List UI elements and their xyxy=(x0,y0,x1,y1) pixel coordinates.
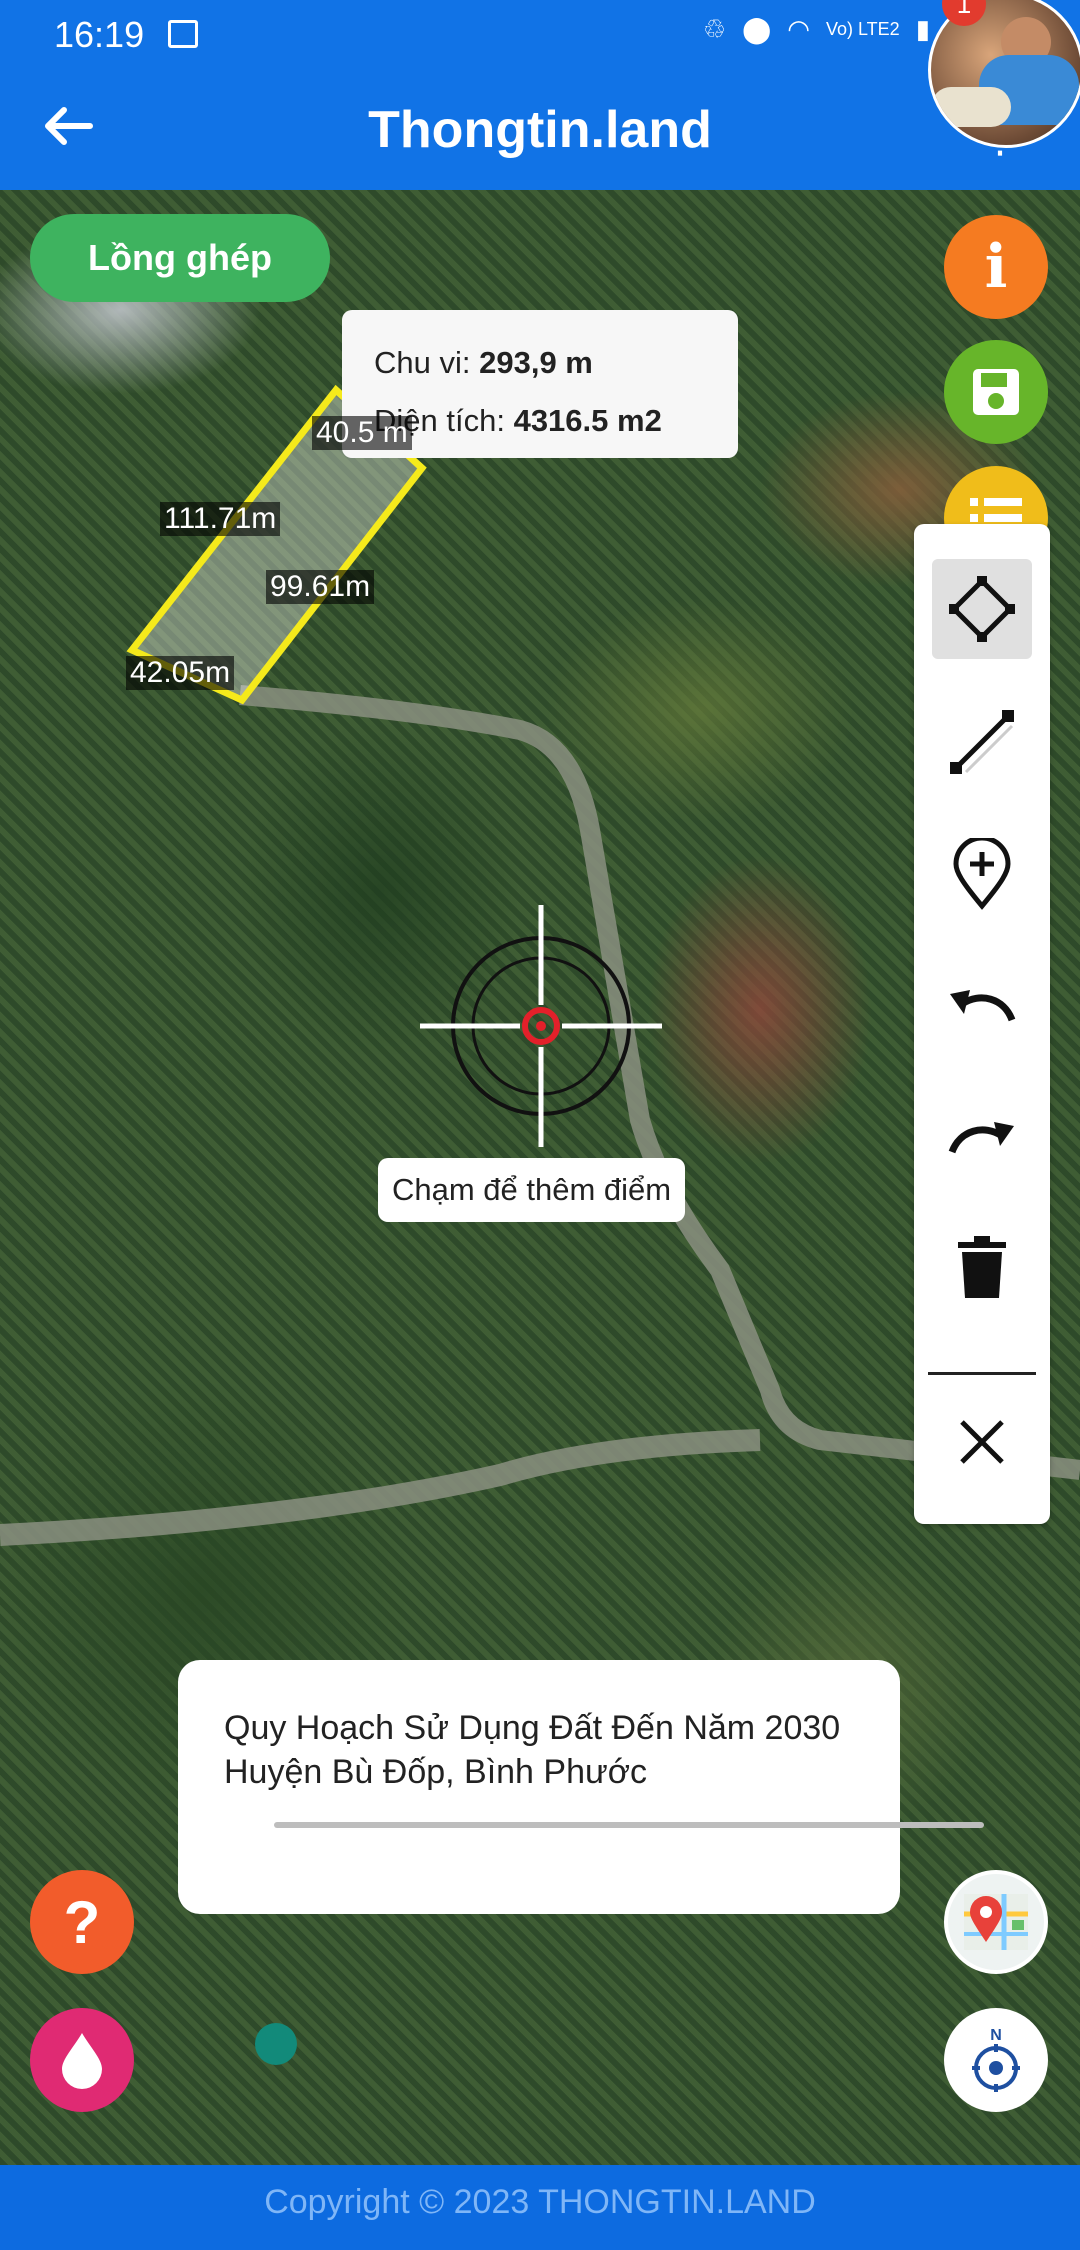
add-point-tool[interactable] xyxy=(932,824,1032,924)
status-bar: 16:19 ♲ ⬤ ◠ Vo) LTE2 ▮ xyxy=(0,0,1080,66)
compass-icon: N xyxy=(972,2027,1020,2092)
wifi-icon: ◠ xyxy=(787,14,810,44)
undo-tool[interactable] xyxy=(932,954,1032,1054)
status-time: 16:19 xyxy=(54,14,145,55)
polygon-draw-icon xyxy=(949,576,1015,642)
edge-length-label: 42.05m xyxy=(126,656,235,690)
copyright-footer: Copyright © 2023 THONGTIN.LAND xyxy=(0,2165,1080,2250)
line-tool[interactable] xyxy=(932,692,1032,792)
crosshair-icon xyxy=(420,905,662,1147)
road xyxy=(0,1429,761,1546)
line-draw-icon xyxy=(950,710,1014,774)
delete-tool[interactable] xyxy=(932,1218,1032,1318)
signal-icon: ▮ xyxy=(915,14,930,44)
perimeter-value: 293,9 m xyxy=(479,345,593,380)
app-header: Thongtin.land ⋮ xyxy=(0,66,1080,190)
help-button[interactable]: ? xyxy=(30,1870,134,1974)
page-title: Thongtin.land xyxy=(368,101,712,159)
map-layers-icon xyxy=(948,1874,1044,1970)
edge-length-label: 111.71m xyxy=(160,502,281,536)
drawing-toolbar xyxy=(914,524,1050,1524)
perimeter-row: Chu vi: 293,9 m xyxy=(374,334,706,392)
opacity-slider-thumb[interactable] xyxy=(252,2020,300,2068)
add-location-icon xyxy=(953,838,1011,910)
sync-icon: ♲ xyxy=(702,14,727,44)
redo-tool[interactable] xyxy=(932,1086,1032,1186)
floppy-disk-icon xyxy=(973,369,1019,415)
overlay-toggle-button[interactable]: Lồng ghép xyxy=(30,214,330,302)
close-icon xyxy=(960,1420,1004,1464)
area-row: Diện tích: 4316.5 m2 xyxy=(374,392,706,450)
network-label: Vo) LTE2 xyxy=(825,19,900,39)
tap-to-add-point-hint: Chạm để thêm điểm xyxy=(378,1158,686,1222)
planning-layer-panel: Quy Hoạch Sử Dụng Đất Đến Năm 2030 Huyện… xyxy=(178,1660,984,1914)
toolbar-divider xyxy=(928,1372,1036,1375)
edge-length-label: 40.5 m xyxy=(312,416,412,450)
layer-title: Quy Hoạch Sử Dụng Đất Đến Năm 2030 Huyện… xyxy=(224,1709,841,1791)
save-button[interactable] xyxy=(944,340,1048,444)
compass-label: N xyxy=(990,2027,1002,2044)
edge-length-label: 99.61m xyxy=(266,570,375,604)
map-layers-button[interactable] xyxy=(944,1870,1048,1974)
polygon-tool[interactable] xyxy=(932,559,1032,659)
undo-icon xyxy=(950,990,1016,1022)
perimeter-label: Chu vi: xyxy=(374,345,471,380)
location-icon: ⬤ xyxy=(742,14,772,44)
help-icon: ? xyxy=(63,1888,101,1956)
water-drop-icon xyxy=(62,2033,102,2089)
compass-button[interactable]: N xyxy=(944,2008,1048,2112)
opacity-slider-track[interactable] xyxy=(274,1822,984,1828)
status-icons: ♲ ⬤ ◠ Vo) LTE2 ▮ xyxy=(703,14,930,45)
redo-icon xyxy=(948,1122,1014,1154)
area-value: 4316.5 m2 xyxy=(513,403,662,438)
gallery-notification-icon xyxy=(168,20,198,48)
opacity-drop-button[interactable] xyxy=(30,2008,134,2112)
info-icon: i xyxy=(984,232,1008,302)
trash-icon xyxy=(958,1236,1006,1298)
close-tool[interactable] xyxy=(932,1392,1032,1492)
avatar-background xyxy=(931,87,1011,127)
info-button[interactable]: i xyxy=(944,215,1048,319)
